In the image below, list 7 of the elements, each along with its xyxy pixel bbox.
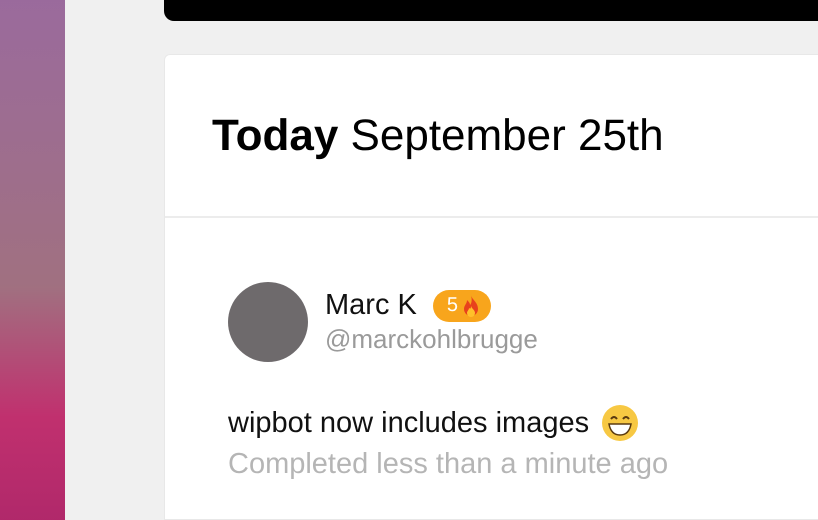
- user-handle: @marckohlbrugge: [325, 324, 538, 355]
- page-heading: Today September 25th: [212, 110, 664, 160]
- post-text: wipbot now includes images: [228, 406, 590, 440]
- grinning-face-icon: [601, 404, 640, 442]
- user-name: Marc K: [325, 289, 417, 322]
- streak-badge: 5: [432, 290, 491, 322]
- post-status: Completed less than a minute ago: [228, 448, 670, 481]
